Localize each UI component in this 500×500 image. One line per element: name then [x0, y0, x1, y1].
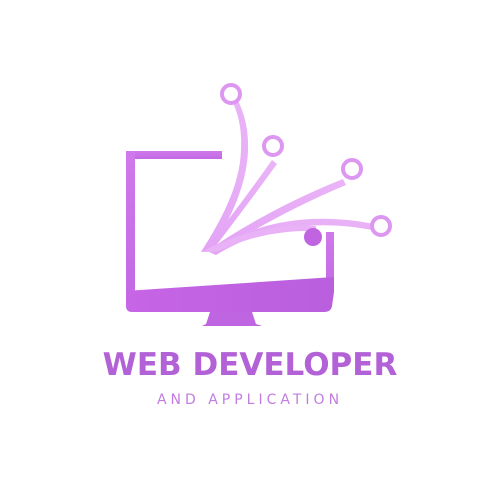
circuit-node-icon: [262, 135, 284, 157]
circuit-node-icon: [341, 158, 363, 180]
brand-subtitle: AND APPLICATION: [156, 392, 344, 408]
circuit-node-icon: [370, 215, 392, 237]
brand-title: WEB DEVELOPER: [102, 347, 398, 383]
circuit-node-icon: [220, 83, 242, 105]
logo-canvas: WEB DEVELOPER AND APPLICATION: [0, 0, 500, 500]
circuit-dot-icon: [304, 228, 322, 246]
monitor-circuit-icon: [126, 83, 392, 326]
